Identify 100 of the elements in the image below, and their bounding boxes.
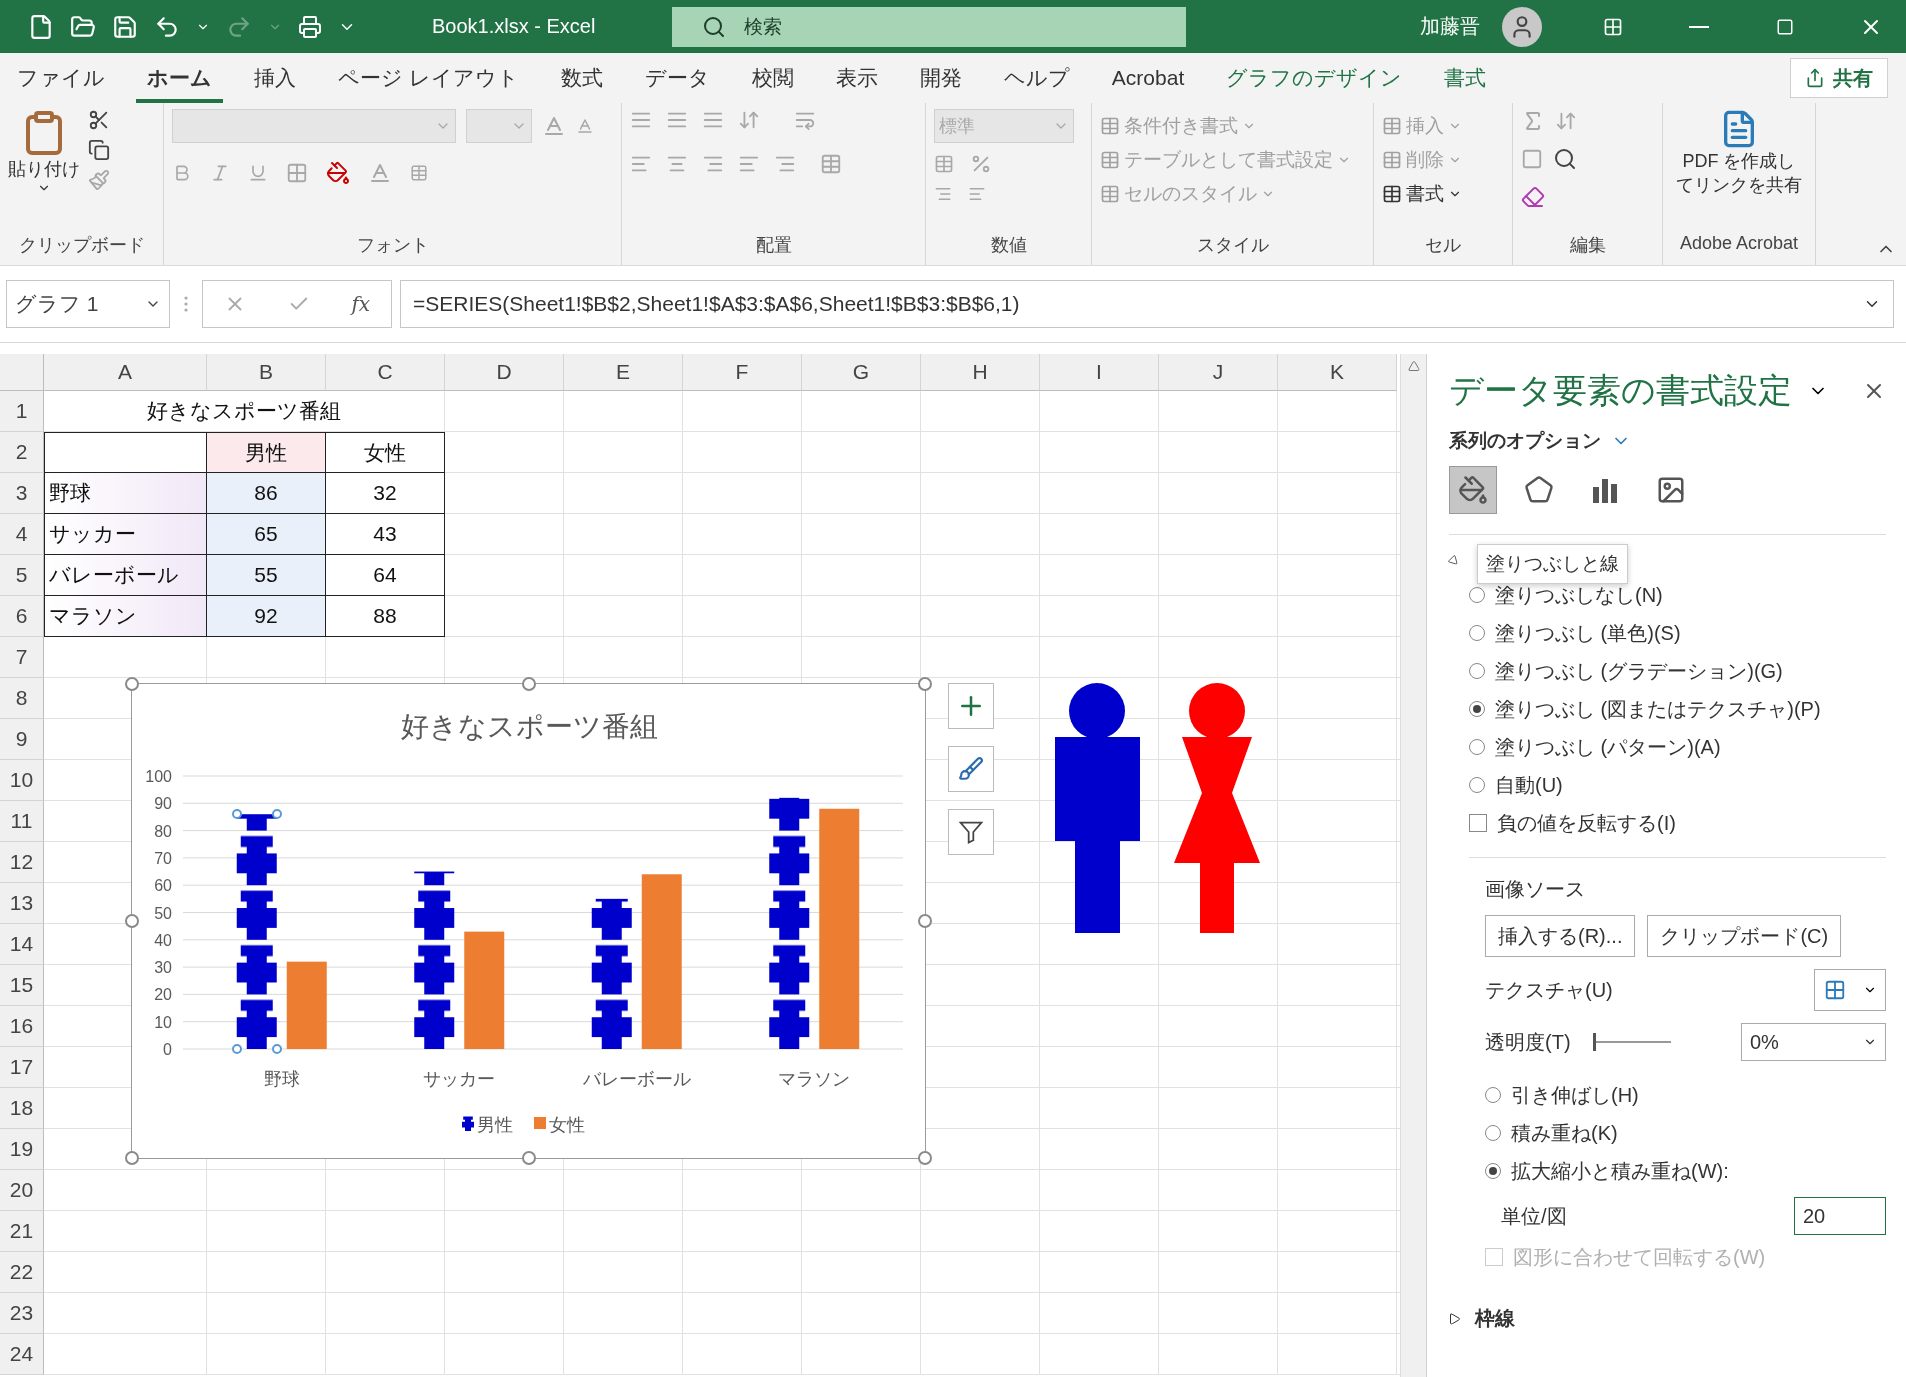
formula-field[interactable]: =SERIES(Sheet1!$B$2,Sheet1!$A$3:$A$6,Sheet1!$B$3:$B$6,1) [400, 280, 1894, 328]
row-header[interactable]: 18 [0, 1088, 44, 1129]
bar[interactable] [286, 961, 327, 1049]
ribbon-tab[interactable]: Acrobat [1100, 53, 1196, 103]
series-options-dropdown[interactable]: 系列のオプション [1449, 428, 1631, 454]
radio-button[interactable] [1469, 739, 1485, 755]
increase-font-icon[interactable] [542, 114, 566, 138]
slider-thumb[interactable] [1592, 1033, 1596, 1051]
radio-button[interactable] [1469, 701, 1485, 717]
chart-elements-button[interactable] [948, 683, 994, 729]
radio-option[interactable]: 拡大縮小と積み重ね(W): [1485, 1157, 1729, 1185]
radio-button[interactable] [1485, 1163, 1501, 1179]
row-header[interactable]: 16 [0, 1006, 44, 1047]
column-header[interactable]: A [44, 354, 207, 391]
row-header[interactable]: 4 [0, 514, 44, 555]
ribbon-tab[interactable]: データ [633, 53, 721, 103]
ribbon-tab[interactable]: ファイル [6, 53, 116, 103]
search-field[interactable]: 検索 [672, 6, 1186, 47]
row-header[interactable]: 17 [0, 1047, 44, 1088]
column-header[interactable]: C [326, 354, 445, 391]
row-header[interactable]: 22 [0, 1252, 44, 1293]
save-icon[interactable] [112, 13, 138, 40]
bar[interactable] [641, 874, 682, 1049]
radio-option[interactable]: 自動(U) [1469, 771, 1563, 799]
row-header[interactable]: 2 [0, 432, 44, 473]
font-size-field[interactable] [466, 109, 532, 143]
resize-handle[interactable] [125, 914, 139, 928]
column-header[interactable]: B [207, 354, 326, 391]
row-header[interactable]: 23 [0, 1293, 44, 1334]
bar[interactable] [819, 808, 860, 1049]
italic-icon[interactable] [210, 163, 230, 183]
ribbon-tab[interactable]: 開発 [908, 53, 973, 103]
resize-handle[interactable] [125, 677, 139, 691]
resize-handle[interactable] [918, 677, 932, 691]
chart-filter-button[interactable] [948, 809, 994, 855]
point-handle[interactable] [231, 809, 242, 820]
row-header[interactable]: 21 [0, 1211, 44, 1252]
radio-option[interactable]: 塗りつぶしなし(N) [1469, 581, 1663, 609]
column-header[interactable]: K [1278, 354, 1397, 391]
cut-icon[interactable] [88, 109, 110, 131]
radio-option[interactable]: 塗りつぶし (パターン)(A) [1469, 733, 1721, 761]
ribbon-tab[interactable]: 表示 [824, 53, 889, 103]
cells-menu-button[interactable]: 書式 [1382, 177, 1462, 211]
radio-option[interactable]: 塗りつぶし (グラデーション)(G) [1469, 657, 1783, 685]
column-header[interactable]: G [802, 354, 921, 391]
column-header[interactable]: I [1040, 354, 1159, 391]
radio-button[interactable] [1469, 663, 1485, 679]
checkbox-option[interactable]: 負の値を反転する(I) [1469, 809, 1676, 837]
eraser-icon[interactable] [1521, 185, 1545, 209]
resize-handle[interactable] [918, 1151, 932, 1165]
row-header[interactable]: 1 [0, 391, 44, 432]
row-header[interactable]: 9 [0, 719, 44, 760]
scroll-up-icon[interactable] [1407, 360, 1420, 372]
create-pdf-button[interactable]: PDF を作成し てリンクを共有 [1676, 109, 1802, 197]
column-header[interactable]: F [683, 354, 802, 391]
font-color-icon[interactable] [368, 161, 392, 185]
column-header[interactable]: H [921, 354, 1040, 391]
radio-button[interactable] [1469, 587, 1485, 603]
transparency-field[interactable]: 0% [1741, 1023, 1886, 1061]
printer-icon[interactable] [298, 14, 322, 39]
point-handle[interactable] [271, 809, 282, 820]
texture-dropdown[interactable] [1814, 969, 1886, 1011]
radio-option[interactable]: 塗りつぶし (単色)(S) [1469, 619, 1681, 647]
share-button[interactable]: 共有 [1790, 58, 1888, 98]
row-header[interactable]: 8 [0, 678, 44, 719]
border-section-header[interactable]: 枠線 [1449, 1305, 1515, 1332]
radio-option[interactable]: 引き伸ばし(H) [1485, 1081, 1639, 1109]
row-header[interactable]: 19 [0, 1129, 44, 1170]
radio-option[interactable]: 積み重ね(K) [1485, 1119, 1618, 1147]
underline-icon[interactable] [248, 163, 268, 183]
resize-handle[interactable] [521, 677, 536, 691]
chart-styles-button[interactable] [948, 746, 994, 792]
resize-handle[interactable] [918, 914, 932, 928]
ribbon-tab[interactable]: 校閲 [740, 53, 805, 103]
copy-icon[interactable] [88, 139, 110, 161]
ribbon-tab[interactable]: 書式 [1433, 53, 1498, 103]
avatar-icon[interactable] [1502, 6, 1542, 47]
row-header[interactable]: 20 [0, 1170, 44, 1211]
row-header[interactable]: 24 [0, 1334, 44, 1375]
new-file-icon[interactable] [28, 13, 54, 40]
ribbon-tab[interactable]: グラフのデザイン [1215, 53, 1414, 103]
paint-bucket-icon[interactable] [1449, 466, 1497, 514]
bar[interactable] [464, 931, 505, 1049]
unit-field[interactable]: 20 [1794, 1197, 1886, 1235]
fill-color-icon[interactable] [326, 161, 350, 185]
row-header[interactable]: 10 [0, 760, 44, 801]
point-handle[interactable] [271, 1044, 282, 1054]
paste-button[interactable]: 貼り付け [8, 109, 80, 195]
percent-icon[interactable] [970, 153, 992, 175]
column-header[interactable]: D [445, 354, 564, 391]
borders-icon[interactable] [286, 162, 308, 184]
radio-button[interactable] [1485, 1087, 1501, 1103]
checkbox[interactable] [1469, 814, 1487, 832]
row-header[interactable]: 15 [0, 965, 44, 1006]
row-header[interactable]: 3 [0, 473, 44, 514]
name-box[interactable]: グラフ 1 [6, 280, 170, 328]
row-header[interactable]: 5 [0, 555, 44, 596]
ribbon-tab[interactable]: 挿入 [243, 53, 307, 103]
ribbon-tab[interactable]: ヘルプ [992, 53, 1081, 103]
radio-button[interactable] [1485, 1125, 1501, 1141]
